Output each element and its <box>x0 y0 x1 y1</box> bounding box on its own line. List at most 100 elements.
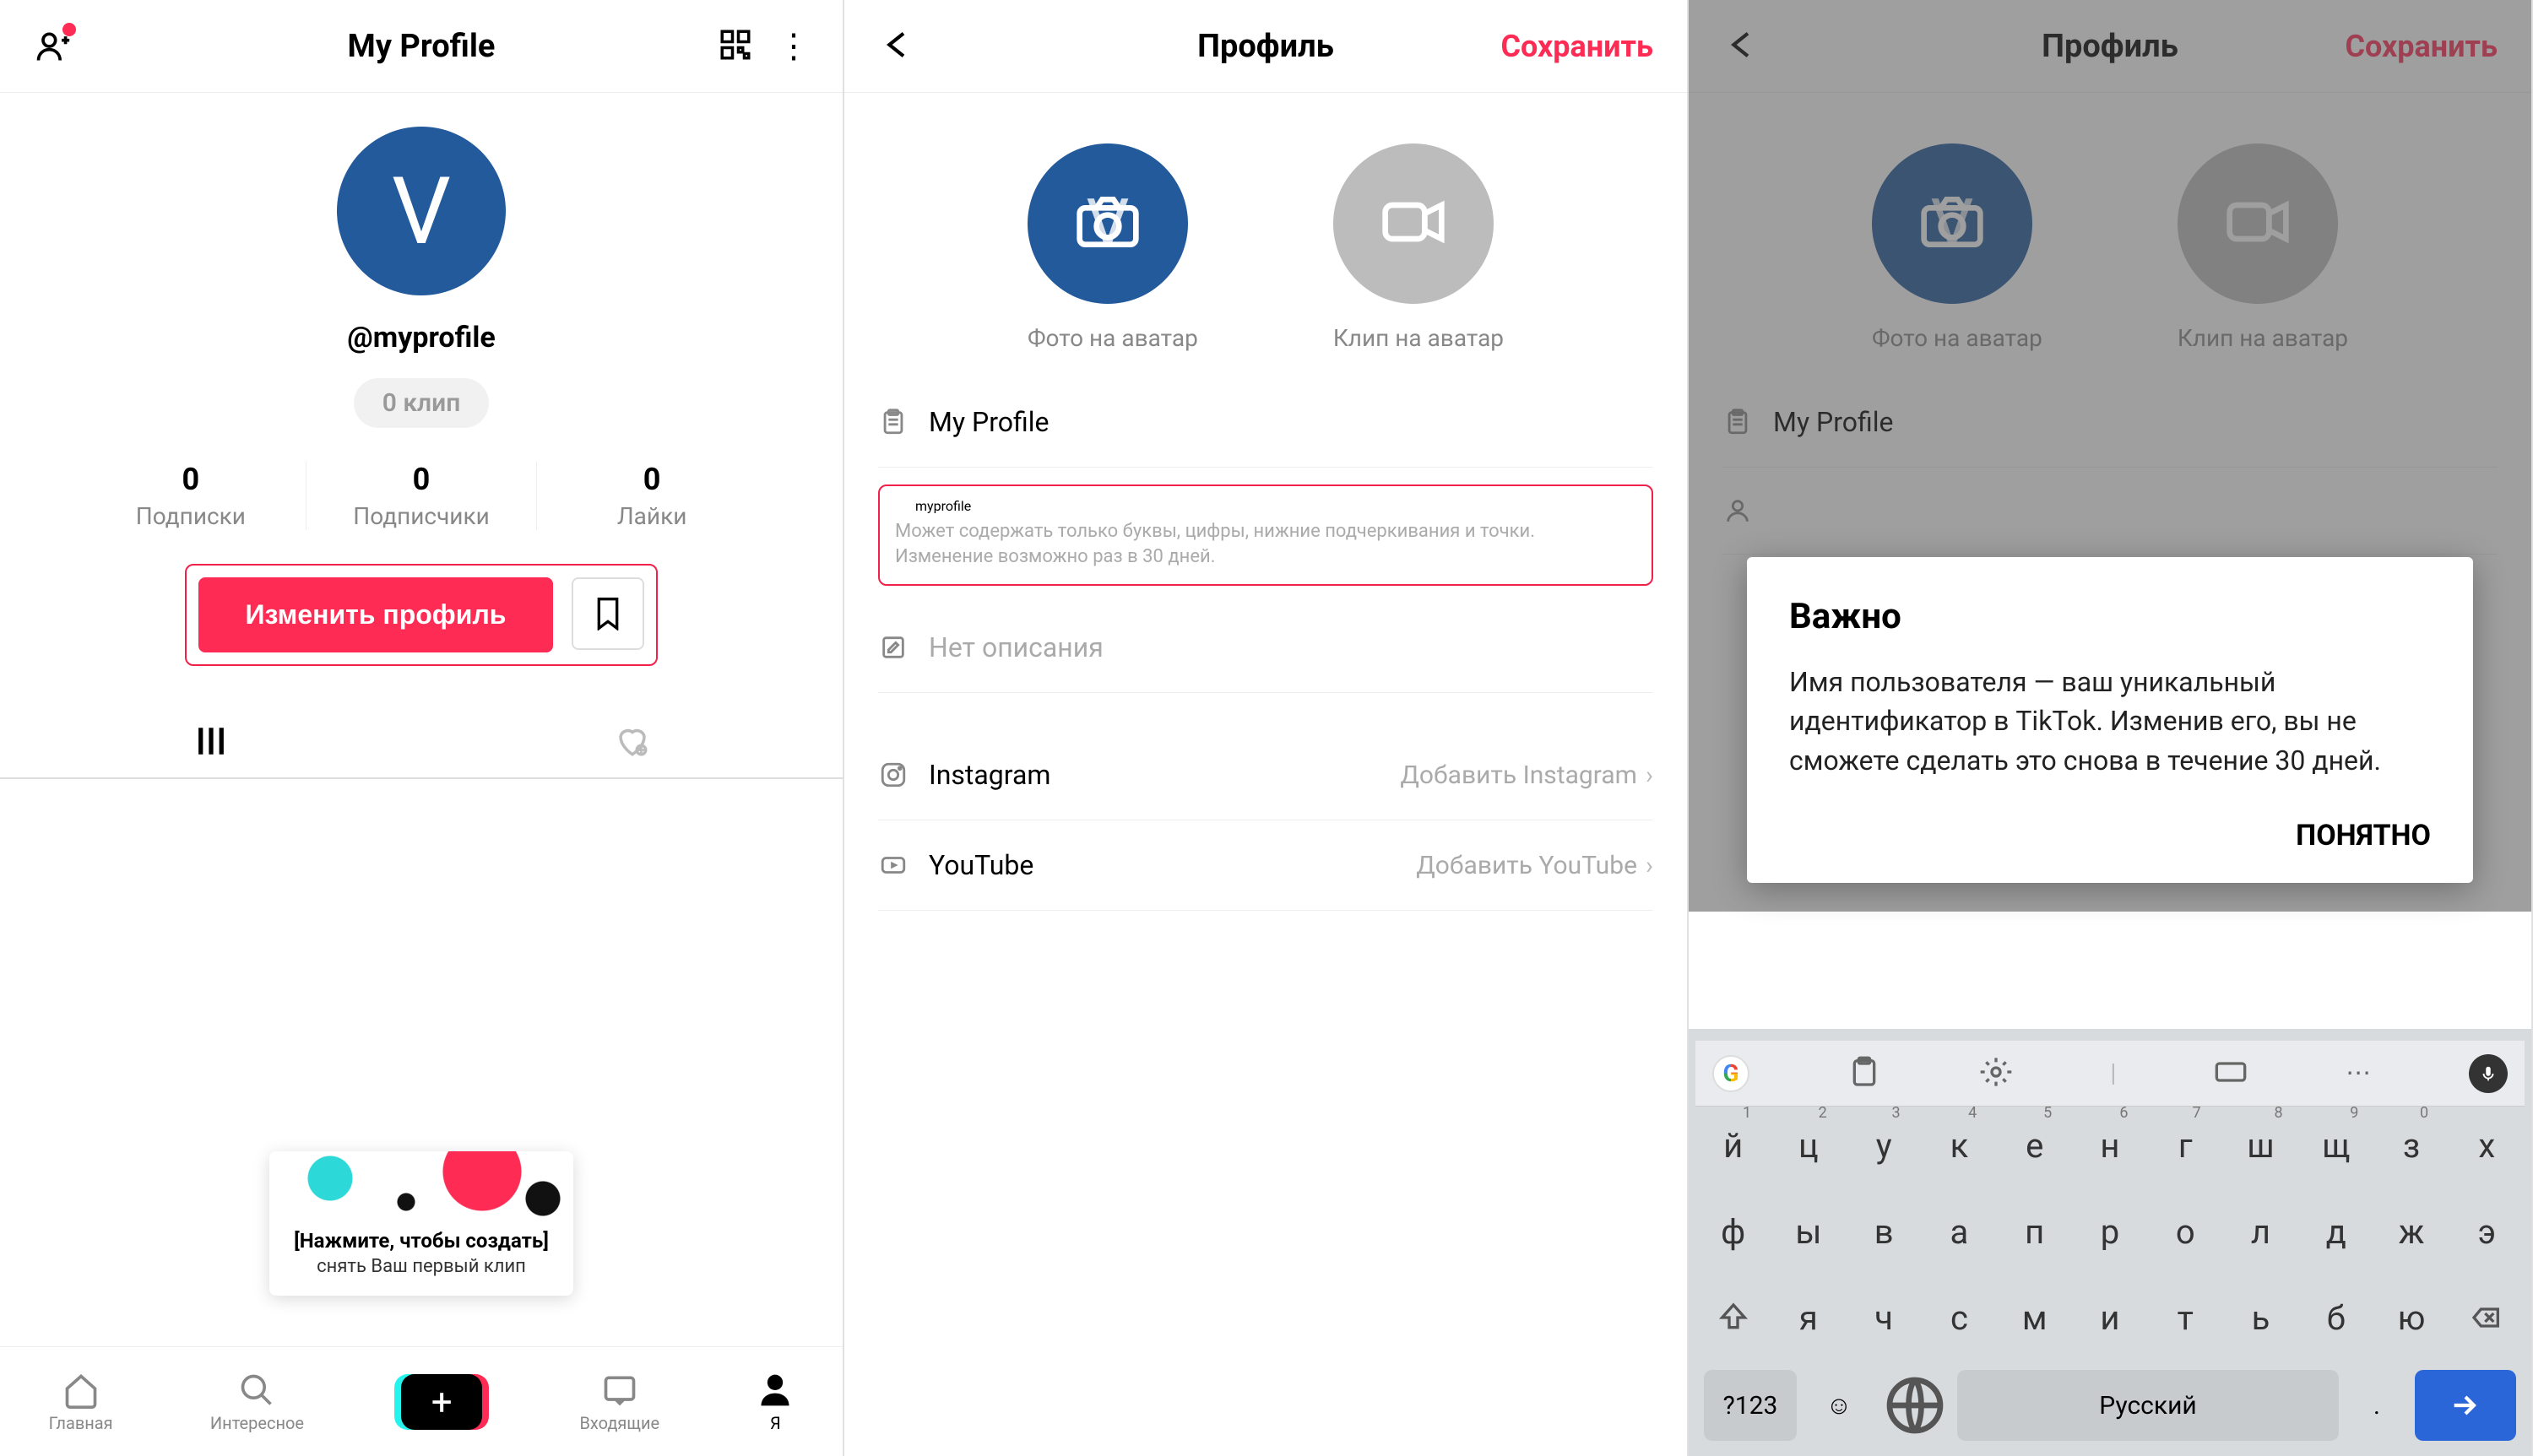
gear-icon[interactable] <box>1979 1055 2013 1092</box>
gif-icon[interactable] <box>2214 1055 2248 1092</box>
nav-inbox[interactable]: Входящие <box>579 1371 659 1433</box>
key-щ[interactable]: щ9 <box>2301 1107 2371 1184</box>
instagram-row[interactable]: Instagram Добавить Instagram › <box>878 730 1653 820</box>
key-я[interactable]: я <box>1773 1279 1843 1356</box>
avatar-clip-caption: Клип на аватар <box>1333 324 1504 352</box>
key-н[interactable]: н6 <box>2075 1107 2145 1184</box>
decorative-blobs <box>269 1151 573 1219</box>
bio-row[interactable]: Нет описания <box>878 603 1653 693</box>
back-icon[interactable] <box>878 28 912 65</box>
profile-body: V @myprofile 0 клип 0 Подписки 0 Подписч… <box>0 93 843 779</box>
edit-header: Профиль Сохранить <box>844 0 1687 93</box>
create-prompt-tooltip[interactable]: [Нажмите, чтобы создать] снять Ваш первы… <box>269 1151 573 1296</box>
search-icon <box>210 1371 304 1410</box>
avatar-letter: V <box>392 157 451 266</box>
nav-create[interactable]: + <box>401 1374 482 1430</box>
key-г[interactable]: г7 <box>2151 1107 2221 1184</box>
key-ш[interactable]: ш8 <box>2226 1107 2296 1184</box>
key-з[interactable]: з0 <box>2376 1107 2446 1184</box>
add-friend-icon[interactable] <box>34 28 71 65</box>
instagram-label: Instagram <box>929 759 1380 791</box>
key-symbols[interactable]: ?123 <box>1704 1370 1797 1441</box>
key-с[interactable]: с <box>1924 1279 1994 1356</box>
dialog-ok-button[interactable]: ПОНЯТНО <box>1789 819 2431 852</box>
key-ь[interactable]: ь <box>2226 1279 2296 1356</box>
notification-dot <box>62 23 76 36</box>
clip-count-pill[interactable]: 0 клип <box>354 378 490 428</box>
username-row[interactable]: myprofile Может содержать только буквы, … <box>878 484 1653 586</box>
nav-home[interactable]: Главная <box>49 1371 113 1433</box>
chevron-right-icon: › <box>1646 760 1653 790</box>
avatar-letter: V <box>1086 184 1129 263</box>
bookmark-button[interactable] <box>572 577 644 650</box>
key-й[interactable]: й1 <box>1698 1107 1768 1184</box>
key-д[interactable]: д <box>2301 1193 2371 1270</box>
key-э[interactable]: э <box>2452 1193 2522 1270</box>
key-enter[interactable] <box>2415 1370 2516 1441</box>
dialog-body: Имя пользователя — ваш уникальный иденти… <box>1789 663 2431 780</box>
key-б[interactable]: б <box>2301 1279 2371 1356</box>
key-у[interactable]: у3 <box>1849 1107 1919 1184</box>
keyboard[interactable]: G | ⋯ й1ц2у3к4е5н6г7ш8щ9з0х фывапролджэ … <box>1689 1029 2531 1456</box>
more-suggestions-icon[interactable]: ⋯ <box>2346 1058 2371 1088</box>
more-menu-icon[interactable]: ⋮ <box>777 30 809 63</box>
key-backspace[interactable] <box>2452 1279 2522 1356</box>
inbox-icon <box>579 1371 659 1410</box>
avatar-clip-choice[interactable]: Клип на аватар <box>1333 143 1504 352</box>
key-к[interactable]: к4 <box>1924 1107 1994 1184</box>
key-dot[interactable]: . <box>2347 1370 2406 1441</box>
page-title: My Profile <box>0 28 843 65</box>
avatar[interactable]: V <box>337 127 506 295</box>
name-row[interactable]: My Profile <box>878 377 1653 468</box>
key-и[interactable]: и <box>2075 1279 2145 1356</box>
key-а[interactable]: а <box>1924 1193 1994 1270</box>
key-р[interactable]: р <box>2075 1193 2145 1270</box>
content-tabs <box>0 705 843 779</box>
key-х[interactable]: х <box>2452 1107 2522 1184</box>
instagram-icon <box>878 760 909 789</box>
nav-me[interactable]: Я <box>757 1371 794 1433</box>
stats-row: 0 Подписки 0 Подписчики 0 Лайки <box>76 462 767 530</box>
key-ю[interactable]: ю <box>2376 1279 2446 1356</box>
edit-profile-button[interactable]: Изменить профиль <box>198 577 554 652</box>
google-icon[interactable]: G <box>1712 1055 1749 1092</box>
stat-following[interactable]: 0 Подписки <box>76 462 306 530</box>
panel-edit-profile: Профиль Сохранить V Фото на аватар Клип … <box>844 0 1689 1456</box>
key-л[interactable]: л <box>2226 1193 2296 1270</box>
video-icon <box>1380 192 1447 255</box>
key-ч[interactable]: ч <box>1849 1279 1919 1356</box>
tab-grid[interactable] <box>0 705 421 777</box>
key-ф[interactable]: ф <box>1698 1193 1768 1270</box>
qr-icon[interactable] <box>718 27 753 66</box>
tab-liked[interactable] <box>421 705 843 777</box>
key-emoji[interactable]: ☺ <box>1805 1370 1873 1441</box>
youtube-row[interactable]: YouTube Добавить YouTube › <box>878 820 1653 911</box>
username: @myprofile <box>347 321 495 355</box>
key-о[interactable]: о <box>2151 1193 2221 1270</box>
key-globe[interactable] <box>1881 1370 1949 1441</box>
stat-followers[interactable]: 0 Подписчики <box>306 462 537 530</box>
key-в[interactable]: в <box>1849 1193 1919 1270</box>
key-е[interactable]: е5 <box>1999 1107 2069 1184</box>
avatar-photo-choice[interactable]: V Фото на аватар <box>1028 143 1198 352</box>
key-language[interactable]: Русский <box>1957 1370 2339 1441</box>
save-button[interactable]: Сохранить <box>1500 29 1653 64</box>
plus-icon: + <box>401 1374 482 1430</box>
key-shift[interactable] <box>1698 1279 1768 1356</box>
key-ы[interactable]: ы <box>1773 1193 1843 1270</box>
mic-icon[interactable] <box>2469 1054 2508 1093</box>
key-ж[interactable]: ж <box>2376 1193 2446 1270</box>
clipboard-icon <box>878 408 909 436</box>
key-м[interactable]: м <box>1999 1279 2069 1356</box>
username-warning-dialog: Важно Имя пользователя — ваш уникальный … <box>1747 557 2473 883</box>
key-т[interactable]: т <box>2151 1279 2221 1356</box>
youtube-icon <box>878 851 909 880</box>
clipboard-icon[interactable] <box>1847 1055 1881 1092</box>
key-ц[interactable]: ц2 <box>1773 1107 1843 1184</box>
person-icon <box>757 1371 794 1410</box>
profile-actions: Изменить профиль <box>185 564 659 666</box>
chevron-right-icon: › <box>1646 851 1653 880</box>
stat-likes[interactable]: 0 Лайки <box>537 462 767 530</box>
key-п[interactable]: п <box>1999 1193 2069 1270</box>
nav-discover[interactable]: Интересное <box>210 1371 304 1433</box>
